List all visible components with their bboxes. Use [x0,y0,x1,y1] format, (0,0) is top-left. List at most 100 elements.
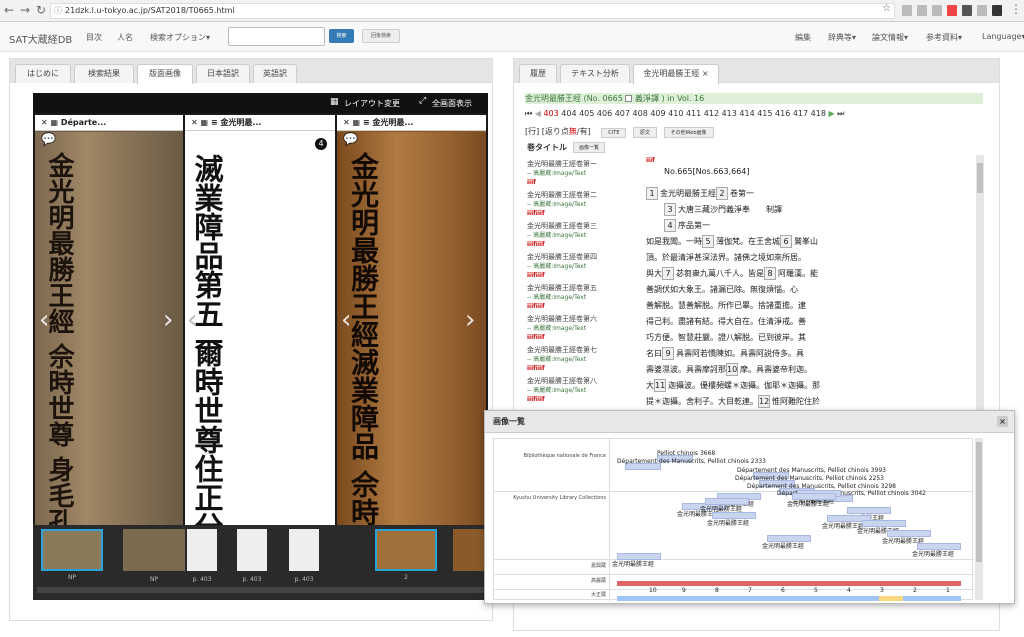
image-text-link[interactable]: -- 高麗蔵:Image/Text [527,262,642,271]
thumbnail[interactable]: p. 403 [237,529,267,583]
image-pane-1[interactable]: ✕ ▦ Départe... 金光明最勝王經 佘時世尊 身毛孔放大光 💬 ‹ › [35,115,183,525]
nav-link-language[interactable]: Language▾ [982,32,1024,41]
image-text-link[interactable]: -- 高麗蔵:Image/Text [527,169,642,178]
iiif-icon[interactable]: iiif [527,240,536,249]
timeline-label[interactable]: Pelliot chinois 3668 [657,450,715,457]
tab-current-text[interactable]: 金光明最勝王經 × [633,64,719,84]
extension-icon[interactable] [962,5,972,16]
star-icon[interactable]: ☆ [882,3,891,14]
printed-page-image[interactable]: 4 滅業障品第五 爾時世尊住正分別入於甚 從身毛孔放大光明無量百千 [185,132,335,525]
next-arrow[interactable]: › [163,305,173,335]
prev-arrow[interactable]: ‹ [39,305,49,335]
iiif-icon[interactable]: iiif [527,271,536,280]
line-number-button[interactable]: 6 [780,235,792,248]
address-bar[interactable]: ⓘ 21dzk.l.u-tokyo.ac.jp/SAT2018/T0665.ht… [50,3,895,19]
tab-japanese[interactable]: 日本語訳 [196,64,250,83]
fullscreen-button[interactable]: 全画面表示 [432,98,472,109]
thumbnail[interactable]: NP [123,529,185,583]
scroll-title-item[interactable]: 金光明最勝王經卷第一 [527,160,642,169]
horizontal-scrollbar[interactable] [37,587,484,593]
dialog-scrollbar[interactable] [975,438,983,600]
page-links[interactable]: 404 405 406 407 408 409 410 411 412 413 … [561,109,826,118]
timeline-label[interactable]: Département des Manuscrits, Pelliot chin… [737,467,886,474]
manuscript-image[interactable]: 金光明最勝王經 佘時世尊 身毛孔放大光 💬 [35,132,183,525]
image-list-button[interactable]: 画像一覧 [573,142,606,153]
extension-icon[interactable] [902,5,912,16]
scroll-title-item[interactable]: 金光明最勝王經卷第七 [527,346,642,355]
tab-page-images[interactable]: 版面画像 [137,64,193,84]
last-page-icon[interactable]: ⏭ [837,109,844,118]
timeline-label[interactable]: 金光明最勝王經 [912,549,954,558]
checkbox[interactable] [625,95,633,102]
iiif-icon[interactable]: iiif [536,240,545,249]
reload-icon[interactable]: ↻ [36,3,46,17]
scroll-title-item[interactable]: 金光明最勝王經卷第三 [527,222,642,231]
iiif-icon[interactable]: iiif [536,395,545,404]
prev-arrow[interactable]: ‹ [187,305,197,335]
extension-icon[interactable] [947,5,957,16]
grid-icon[interactable]: ▦ ≡ [353,118,373,127]
nav-link-papers[interactable]: 論文情報▾ [872,32,908,43]
image-text-link[interactable]: -- 高麗蔵:Image/Text [527,231,642,240]
thumbnail[interactable]: p. 403 [187,529,217,583]
thumbnail[interactable]: 2 [375,529,437,581]
image-pane-3[interactable]: ✕ ▦ ≡ 金光明最... 金光明最勝王經滅業障品 佘時世尊住正分別入於 於甚深… [337,115,486,525]
line-number-button[interactable]: 2 [716,187,728,200]
timeline-label[interactable]: 金光明最勝王經 [762,541,804,550]
iiif-icon[interactable]: iiif [536,333,545,342]
line-number-button[interactable]: 9 [662,347,674,360]
taisho-bar[interactable] [617,596,961,601]
image-text-link[interactable]: -- 高麗蔵:Image/Text [527,293,642,302]
extension-icon[interactable] [917,5,927,16]
line-number-button[interactable]: 10 [726,363,738,376]
extension-icon[interactable] [977,5,987,16]
back-icon[interactable]: ← [4,3,14,17]
iiif-icon[interactable]: iiif [527,364,536,373]
other-images-button[interactable]: その他Web画像 [663,127,714,138]
tab-search-results[interactable]: 検索結果 [74,64,134,83]
tab-intro[interactable]: はじめに [15,64,71,83]
tab-english[interactable]: 英語訳 [253,64,297,83]
image-text-link[interactable]: -- 高麗蔵:Image/Text [527,355,642,364]
nav-link-edit[interactable]: 編集 [795,32,811,43]
original-button[interactable]: 原文 [633,127,658,138]
line-number-button[interactable]: 11 [654,379,666,392]
layout-button[interactable]: レイアウト変更 [344,98,400,109]
next-arrow[interactable]: › [465,305,475,335]
extension-icon[interactable] [932,5,942,16]
line-number-button[interactable]: 12 [758,395,770,408]
iiif-icon[interactable]: iiif iiif [527,364,642,373]
close-icon[interactable]: ✕ [191,118,201,127]
timeline-label[interactable]: Département des Manuscrits, Pelliot chin… [617,458,766,465]
iiif-icon[interactable]: iiif [527,178,536,187]
close-icon[interactable]: ✕ [41,118,51,127]
iiif-icon[interactable]: iiif iiif [527,240,642,249]
expand-icon[interactable]: ⤢ [419,96,426,106]
image-pane-2[interactable]: ✕ ▦ ≡ 金光明最... 4 滅業障品第五 爾時世尊住正分別入於甚 從身毛孔放… [185,115,335,525]
close-icon[interactable]: × [997,416,1008,427]
tab-history[interactable]: 履歴 [519,64,557,83]
iiif-icon[interactable]: iiif [536,209,545,218]
iiif-icon[interactable]: iiif iiif [527,271,642,280]
comment-icon[interactable]: 💬 [343,132,358,146]
iiif-icon[interactable]: iiif iiif [527,209,642,218]
brand[interactable]: SAT大蔵経DB [9,31,72,46]
timeline-label[interactable]: 金光明最勝王經 [707,518,749,527]
scroll-title-item[interactable]: 金光明最勝王經卷第四 [527,253,642,262]
secondary-search-button[interactable]: 回後検索 [362,29,400,43]
next-page-icon[interactable]: ▶ [828,109,834,118]
line-number-button[interactable]: 3 [664,203,676,216]
close-icon[interactable]: × [702,69,709,78]
nav-link-dictionaries[interactable]: 辞典等▾ [828,32,856,43]
iiif-icon[interactable]: iiif iiif [527,302,642,311]
close-icon[interactable]: ✕ [343,118,353,127]
scroll-title-item[interactable]: 金光明最勝王經卷第二 [527,191,642,200]
timeline-label[interactable]: Département des Manuscrits, Pelliot chin… [747,483,896,490]
iiif-icon[interactable]: iiif [527,178,642,187]
prev-arrow[interactable]: ‹ [341,305,351,335]
prev-page-icon[interactable]: ◀ [535,109,541,118]
iiif-icon[interactable]: iiif [527,395,536,404]
nav-link-persons[interactable]: 人名 [117,32,133,43]
nav-link-contents[interactable]: 目次 [86,32,102,43]
iiif-icon[interactable]: iiif [536,364,545,373]
